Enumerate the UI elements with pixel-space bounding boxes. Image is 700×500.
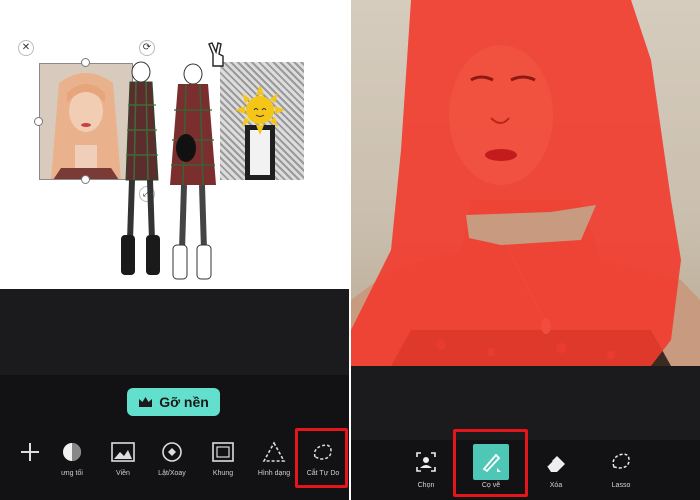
plus-icon: [15, 437, 45, 467]
cutout-editor-panel: Chọn Cọ vẽ Xóa Lasso: [351, 0, 700, 500]
crown-icon: [139, 397, 153, 407]
highlight-box: [295, 428, 348, 488]
frame-icon: [208, 437, 238, 467]
outfit-sketch-image: [121, 61, 216, 280]
mask-canvas[interactable]: [351, 0, 700, 366]
tool-label: Lật/Xoay: [158, 470, 186, 477]
rotate-icon[interactable]: ⟳: [139, 40, 155, 56]
shadow-tool[interactable]: ưng tối: [47, 437, 97, 487]
remove-background-button[interactable]: Gỡ nền: [127, 388, 220, 416]
tool-label: Chọn: [417, 482, 435, 489]
select-person-icon: [408, 444, 444, 480]
collage-canvas[interactable]: ✕ ⟳ ⤢: [0, 0, 349, 289]
tool-label: ưng tối: [61, 470, 83, 477]
tool-label: Xóa: [549, 482, 563, 489]
canvas-bottom-space: [0, 289, 349, 375]
resize-handle-bottom[interactable]: [81, 175, 90, 184]
select-tool[interactable]: Chọn: [396, 444, 456, 494]
tool-label: Lasso: [611, 482, 631, 489]
tool-label: Hình dạng: [257, 470, 291, 477]
remove-background-label: Gỡ nền: [159, 394, 209, 410]
shape-triangle-icon: [259, 437, 289, 467]
highlight-box: [453, 429, 528, 497]
lasso-icon: [603, 444, 639, 480]
frame-tool[interactable]: Khung: [198, 437, 248, 487]
eraser-icon: [538, 444, 574, 480]
flip-rotate-icon: [157, 437, 187, 467]
image-border-icon: [108, 437, 138, 467]
lasso-tool[interactable]: Lasso: [591, 444, 651, 494]
tool-label: Khung: [212, 470, 234, 477]
peace-hand-sticker-icon: [208, 42, 224, 67]
resize-handle-top[interactable]: [81, 58, 90, 67]
shadow-icon: [57, 437, 87, 467]
close-icon[interactable]: ✕: [18, 40, 34, 56]
masked-portrait-image: [351, 0, 700, 366]
resize-handle-left[interactable]: [34, 117, 43, 126]
border-tool[interactable]: Viền: [98, 437, 148, 487]
flip-rotate-tool[interactable]: Lật/Xoay: [147, 437, 197, 487]
erase-tool[interactable]: Xóa: [526, 444, 586, 494]
sun-sticker-image: [235, 85, 285, 180]
tool-label: Viền: [116, 470, 130, 477]
collage-editor-panel: ✕ ⟳ ⤢ Gỡ nền ưng tối Viền Lật/Xoay Khung…: [0, 0, 349, 500]
shape-tool[interactable]: Hình dạng: [249, 437, 299, 487]
